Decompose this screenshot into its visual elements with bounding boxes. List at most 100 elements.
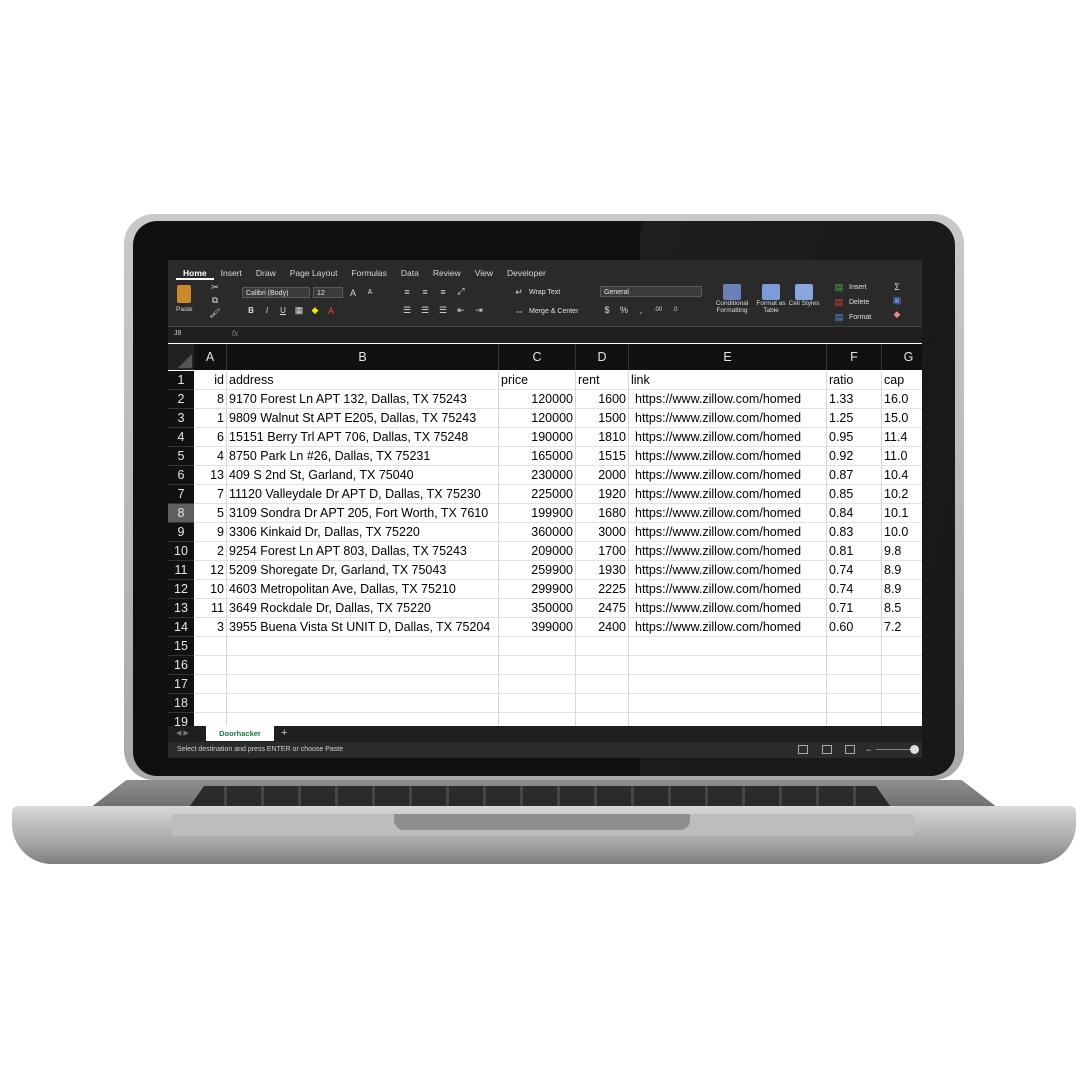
- number-format-select[interactable]: General: [600, 286, 702, 297]
- column-header-c[interactable]: C: [499, 344, 576, 370]
- cell-rent[interactable]: 3000: [576, 523, 629, 542]
- cell-address[interactable]: 3955 Buena Vista St UNIT D, Dallas, TX 7…: [227, 618, 499, 637]
- cell-rent[interactable]: 2225: [576, 580, 629, 599]
- cell-ratio[interactable]: 0.92: [827, 447, 882, 466]
- tab-insert[interactable]: Insert: [214, 266, 249, 280]
- cell-ratio[interactable]: 0.83: [827, 523, 882, 542]
- fill-icon[interactable]: ▣: [890, 295, 904, 306]
- cell-cap[interactable]: [882, 637, 922, 656]
- cell-cap[interactable]: 10.1: [882, 504, 922, 523]
- cell-id[interactable]: 7: [194, 485, 227, 504]
- row-header-17[interactable]: 17: [168, 675, 194, 694]
- cell-link[interactable]: https://www.zillow.com/homed: [629, 599, 827, 618]
- column-header-a[interactable]: A: [194, 344, 227, 370]
- font-name-select[interactable]: Calibri (Body): [242, 287, 310, 298]
- align-left-icon[interactable]: ☰: [400, 305, 414, 316]
- delete-cells-button[interactable]: ▤ Delete: [832, 297, 870, 308]
- row-header-14[interactable]: 14: [168, 618, 194, 637]
- cell-ratio[interactable]: 0.60: [827, 618, 882, 637]
- row-header-2[interactable]: 2: [168, 390, 194, 409]
- scissors-icon[interactable]: ✂: [208, 282, 222, 293]
- cell-address[interactable]: [227, 675, 499, 694]
- cell-address[interactable]: 3109 Sondra Dr APT 205, Fort Worth, TX 7…: [227, 504, 499, 523]
- header-cell-id[interactable]: id: [194, 371, 227, 390]
- cell-rent[interactable]: 1810: [576, 428, 629, 447]
- percent-icon[interactable]: %: [617, 305, 631, 315]
- cell-cap[interactable]: 7.2: [882, 618, 922, 637]
- cell-link[interactable]: https://www.zillow.com/homed: [629, 447, 827, 466]
- cell-ratio[interactable]: 0.85: [827, 485, 882, 504]
- cell-rent[interactable]: 2475: [576, 599, 629, 618]
- cell-id[interactable]: 4: [194, 447, 227, 466]
- column-header-b[interactable]: B: [227, 344, 499, 370]
- cell-price[interactable]: 120000: [499, 409, 576, 428]
- header-cell-rent[interactable]: rent: [576, 371, 629, 390]
- fx-icon[interactable]: fx: [232, 329, 238, 338]
- normal-view-icon[interactable]: [798, 745, 808, 754]
- align-top-icon[interactable]: ≡: [400, 287, 414, 297]
- select-all-corner[interactable]: [168, 344, 194, 370]
- cell-price[interactable]: [499, 675, 576, 694]
- cell-id[interactable]: 13: [194, 466, 227, 485]
- format-painter-icon[interactable]: 🖌: [208, 308, 222, 319]
- copy-icon[interactable]: ⧉: [208, 295, 222, 306]
- underline-icon[interactable]: U: [276, 306, 290, 315]
- zoom-slider-handle[interactable]: [910, 745, 919, 754]
- cell-id[interactable]: 9: [194, 523, 227, 542]
- cell-ratio[interactable]: 0.84: [827, 504, 882, 523]
- cell-link[interactable]: https://www.zillow.com/homed: [629, 466, 827, 485]
- page-break-view-icon[interactable]: [845, 745, 855, 754]
- paste-button[interactable]: Paste: [176, 285, 193, 313]
- cell-id[interactable]: 11: [194, 599, 227, 618]
- cell-ratio[interactable]: 1.25: [827, 409, 882, 428]
- cell-address[interactable]: 9170 Forest Ln APT 132, Dallas, TX 75243: [227, 390, 499, 409]
- page-layout-view-icon[interactable]: [822, 745, 832, 754]
- cell-price[interactable]: 350000: [499, 599, 576, 618]
- cell-link[interactable]: https://www.zillow.com/homed: [629, 428, 827, 447]
- format-cells-button[interactable]: ▤ Format: [832, 312, 871, 323]
- cell-price[interactable]: [499, 637, 576, 656]
- tab-page-layout[interactable]: Page Layout: [283, 266, 345, 280]
- cell-ratio[interactable]: 0.95: [827, 428, 882, 447]
- cell-address[interactable]: 3306 Kinkaid Dr, Dallas, TX 75220: [227, 523, 499, 542]
- increase-indent-icon[interactable]: ⇥: [472, 305, 486, 316]
- cell-rent[interactable]: [576, 694, 629, 713]
- tab-review[interactable]: Review: [426, 266, 468, 280]
- row-header-8[interactable]: 8: [168, 504, 194, 523]
- align-right-icon[interactable]: ☰: [436, 305, 450, 316]
- row-header-18[interactable]: 18: [168, 694, 194, 713]
- cell-price[interactable]: 225000: [499, 485, 576, 504]
- cell-id[interactable]: 5: [194, 504, 227, 523]
- cell-link[interactable]: https://www.zillow.com/homed: [629, 580, 827, 599]
- tab-formulas[interactable]: Formulas: [344, 266, 393, 280]
- cell-id[interactable]: 6: [194, 428, 227, 447]
- align-middle-icon[interactable]: ≡: [418, 287, 432, 297]
- row-header-3[interactable]: 3: [168, 409, 194, 428]
- tab-view[interactable]: View: [468, 266, 500, 280]
- cell-rent[interactable]: 1700: [576, 542, 629, 561]
- column-header-f[interactable]: F: [827, 344, 882, 370]
- cell-ratio[interactable]: 1.33: [827, 390, 882, 409]
- cell-link[interactable]: https://www.zillow.com/homed: [629, 618, 827, 637]
- header-cell-ratio[interactable]: ratio: [827, 371, 882, 390]
- tab-home[interactable]: Home: [176, 266, 214, 280]
- wrap-text-button[interactable]: ↵ Wrap Text: [512, 287, 560, 298]
- cell-rent[interactable]: 2000: [576, 466, 629, 485]
- cell-link[interactable]: https://www.zillow.com/homed: [629, 523, 827, 542]
- row-header-5[interactable]: 5: [168, 447, 194, 466]
- comma-icon[interactable]: ,: [634, 305, 648, 315]
- cell-rent[interactable]: 1680: [576, 504, 629, 523]
- autosum-icon[interactable]: Σ: [890, 282, 904, 292]
- cell-link[interactable]: [629, 656, 827, 675]
- conditional-formatting-button[interactable]: Conditional Formatting: [712, 284, 752, 314]
- cell-rent[interactable]: 1515: [576, 447, 629, 466]
- increase-font-icon[interactable]: A: [346, 288, 360, 298]
- cell-link[interactable]: https://www.zillow.com/homed: [629, 504, 827, 523]
- header-cell-address[interactable]: address: [227, 371, 499, 390]
- cell-address[interactable]: 9809 Walnut St APT E205, Dallas, TX 7524…: [227, 409, 499, 428]
- cell-id[interactable]: [194, 637, 227, 656]
- row-header-12[interactable]: 12: [168, 580, 194, 599]
- cell-rent[interactable]: [576, 656, 629, 675]
- clear-icon[interactable]: ◆: [890, 309, 904, 320]
- cell-link[interactable]: [629, 675, 827, 694]
